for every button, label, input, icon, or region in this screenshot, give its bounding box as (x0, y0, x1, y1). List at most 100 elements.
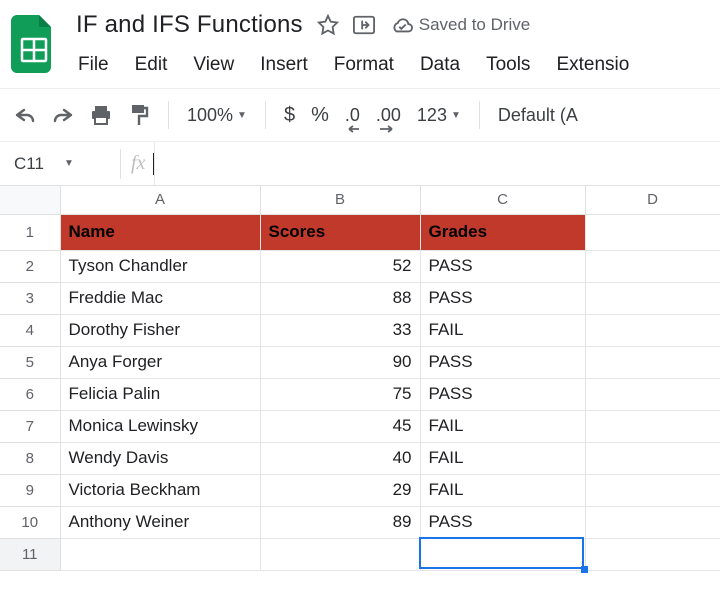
cell-D9[interactable] (585, 474, 720, 506)
cell-C5[interactable]: PASS (420, 346, 585, 378)
column-header-D[interactable]: D (585, 186, 720, 214)
cell-A9[interactable]: Victoria Beckham (60, 474, 260, 506)
save-status[interactable]: Saved to Drive (391, 15, 531, 35)
sheets-logo (10, 12, 58, 76)
font-dropdown[interactable]: Default (A (494, 105, 582, 126)
menu-bar: File Edit View Insert Format Data Tools … (76, 52, 631, 78)
row-header[interactable]: 4 (0, 314, 60, 346)
menu-view[interactable]: View (191, 52, 236, 78)
menu-edit[interactable]: Edit (133, 52, 170, 78)
cell-B2[interactable]: 52 (260, 250, 420, 282)
spreadsheet-grid[interactable]: A B C D 1 Name Scores Grades 2 Tyson Cha… (0, 186, 720, 571)
row-header[interactable]: 9 (0, 474, 60, 506)
cell-C7[interactable]: FAIL (420, 410, 585, 442)
column-header-C[interactable]: C (420, 186, 585, 214)
column-header-B[interactable]: B (260, 186, 420, 214)
cell-C11[interactable] (420, 538, 585, 570)
increase-decimal-button[interactable]: .00 (372, 100, 405, 130)
row-header[interactable]: 6 (0, 378, 60, 410)
cell-B8[interactable]: 40 (260, 442, 420, 474)
cell-B3[interactable]: 88 (260, 282, 420, 314)
move-icon[interactable] (353, 14, 375, 36)
paint-format-button[interactable] (124, 100, 154, 130)
cell-C6[interactable]: PASS (420, 378, 585, 410)
chevron-down-icon: ▼ (237, 110, 247, 121)
row-header[interactable]: 11 (0, 538, 60, 570)
row-header[interactable]: 2 (0, 250, 60, 282)
cell-B10[interactable]: 89 (260, 506, 420, 538)
cell-B5[interactable]: 90 (260, 346, 420, 378)
doc-title[interactable]: IF and IFS Functions (76, 11, 303, 39)
cell-B1[interactable]: Scores (260, 214, 420, 250)
cell-C3[interactable]: PASS (420, 282, 585, 314)
cell-D5[interactable] (585, 346, 720, 378)
cell-A11[interactable] (60, 538, 260, 570)
selection-handle[interactable] (581, 566, 588, 573)
cell-A2[interactable]: Tyson Chandler (60, 250, 260, 282)
save-status-text: Saved to Drive (419, 15, 531, 35)
cell-C8[interactable]: FAIL (420, 442, 585, 474)
toolbar-separator (168, 101, 169, 129)
cell-D2[interactable] (585, 250, 720, 282)
formula-input[interactable] (154, 142, 720, 185)
print-button[interactable] (86, 100, 116, 130)
cell-A10[interactable]: Anthony Weiner (60, 506, 260, 538)
cell-D8[interactable] (585, 442, 720, 474)
menu-data[interactable]: Data (418, 52, 462, 78)
num-format-label: 123 (417, 105, 447, 126)
decrease-decimal-button[interactable]: .0 (341, 100, 364, 130)
toolbar-separator (265, 101, 266, 129)
cell-D6[interactable] (585, 378, 720, 410)
redo-button[interactable] (48, 100, 78, 130)
cell-B7[interactable]: 45 (260, 410, 420, 442)
format-percent-button[interactable]: % (307, 104, 333, 127)
cell-C2[interactable]: PASS (420, 250, 585, 282)
zoom-value: 100% (187, 105, 233, 126)
row-header[interactable]: 10 (0, 506, 60, 538)
cell-C10[interactable]: PASS (420, 506, 585, 538)
menu-insert[interactable]: Insert (258, 52, 310, 78)
cell-C1[interactable]: Grades (420, 214, 585, 250)
fx-label: fx (131, 152, 145, 175)
menu-tools[interactable]: Tools (484, 52, 532, 78)
row-header[interactable]: 3 (0, 282, 60, 314)
cell-D10[interactable] (585, 506, 720, 538)
cell-A8[interactable]: Wendy Davis (60, 442, 260, 474)
zoom-dropdown[interactable]: 100% ▼ (183, 105, 251, 126)
menu-file[interactable]: File (76, 52, 111, 78)
undo-button[interactable] (10, 100, 40, 130)
cell-C9[interactable]: FAIL (420, 474, 585, 506)
formula-bar-separator (120, 149, 121, 179)
cell-D7[interactable] (585, 410, 720, 442)
cell-B4[interactable]: 33 (260, 314, 420, 346)
column-header-A[interactable]: A (60, 186, 260, 214)
row-header[interactable]: 5 (0, 346, 60, 378)
formula-bar: C11 ▼ fx (0, 142, 720, 186)
cell-A1[interactable]: Name (60, 214, 260, 250)
menu-format[interactable]: Format (332, 52, 396, 78)
name-box[interactable]: C11 ▼ (6, 154, 116, 174)
cell-A7[interactable]: Monica Lewinsky (60, 410, 260, 442)
cell-D4[interactable] (585, 314, 720, 346)
row-header[interactable]: 1 (0, 214, 60, 250)
cell-D1[interactable] (585, 214, 720, 250)
row-header[interactable]: 8 (0, 442, 60, 474)
more-formats-dropdown[interactable]: 123 ▼ (413, 105, 465, 126)
title-bar: IF and IFS Functions Saved to Drive File… (0, 0, 720, 78)
cell-A3[interactable]: Freddie Mac (60, 282, 260, 314)
cell-A6[interactable]: Felicia Palin (60, 378, 260, 410)
cell-D3[interactable] (585, 282, 720, 314)
cell-C4[interactable]: FAIL (420, 314, 585, 346)
cell-A5[interactable]: Anya Forger (60, 346, 260, 378)
format-currency-button[interactable]: $ (280, 104, 299, 127)
row-header[interactable]: 7 (0, 410, 60, 442)
cell-B9[interactable]: 29 (260, 474, 420, 506)
select-all-corner[interactable] (0, 186, 60, 214)
cell-B6[interactable]: 75 (260, 378, 420, 410)
chevron-down-icon: ▼ (64, 158, 74, 169)
cell-D11[interactable] (585, 538, 720, 570)
menu-extensions[interactable]: Extensio (554, 52, 631, 78)
star-icon[interactable] (317, 14, 339, 36)
cell-A4[interactable]: Dorothy Fisher (60, 314, 260, 346)
cell-B11[interactable] (260, 538, 420, 570)
